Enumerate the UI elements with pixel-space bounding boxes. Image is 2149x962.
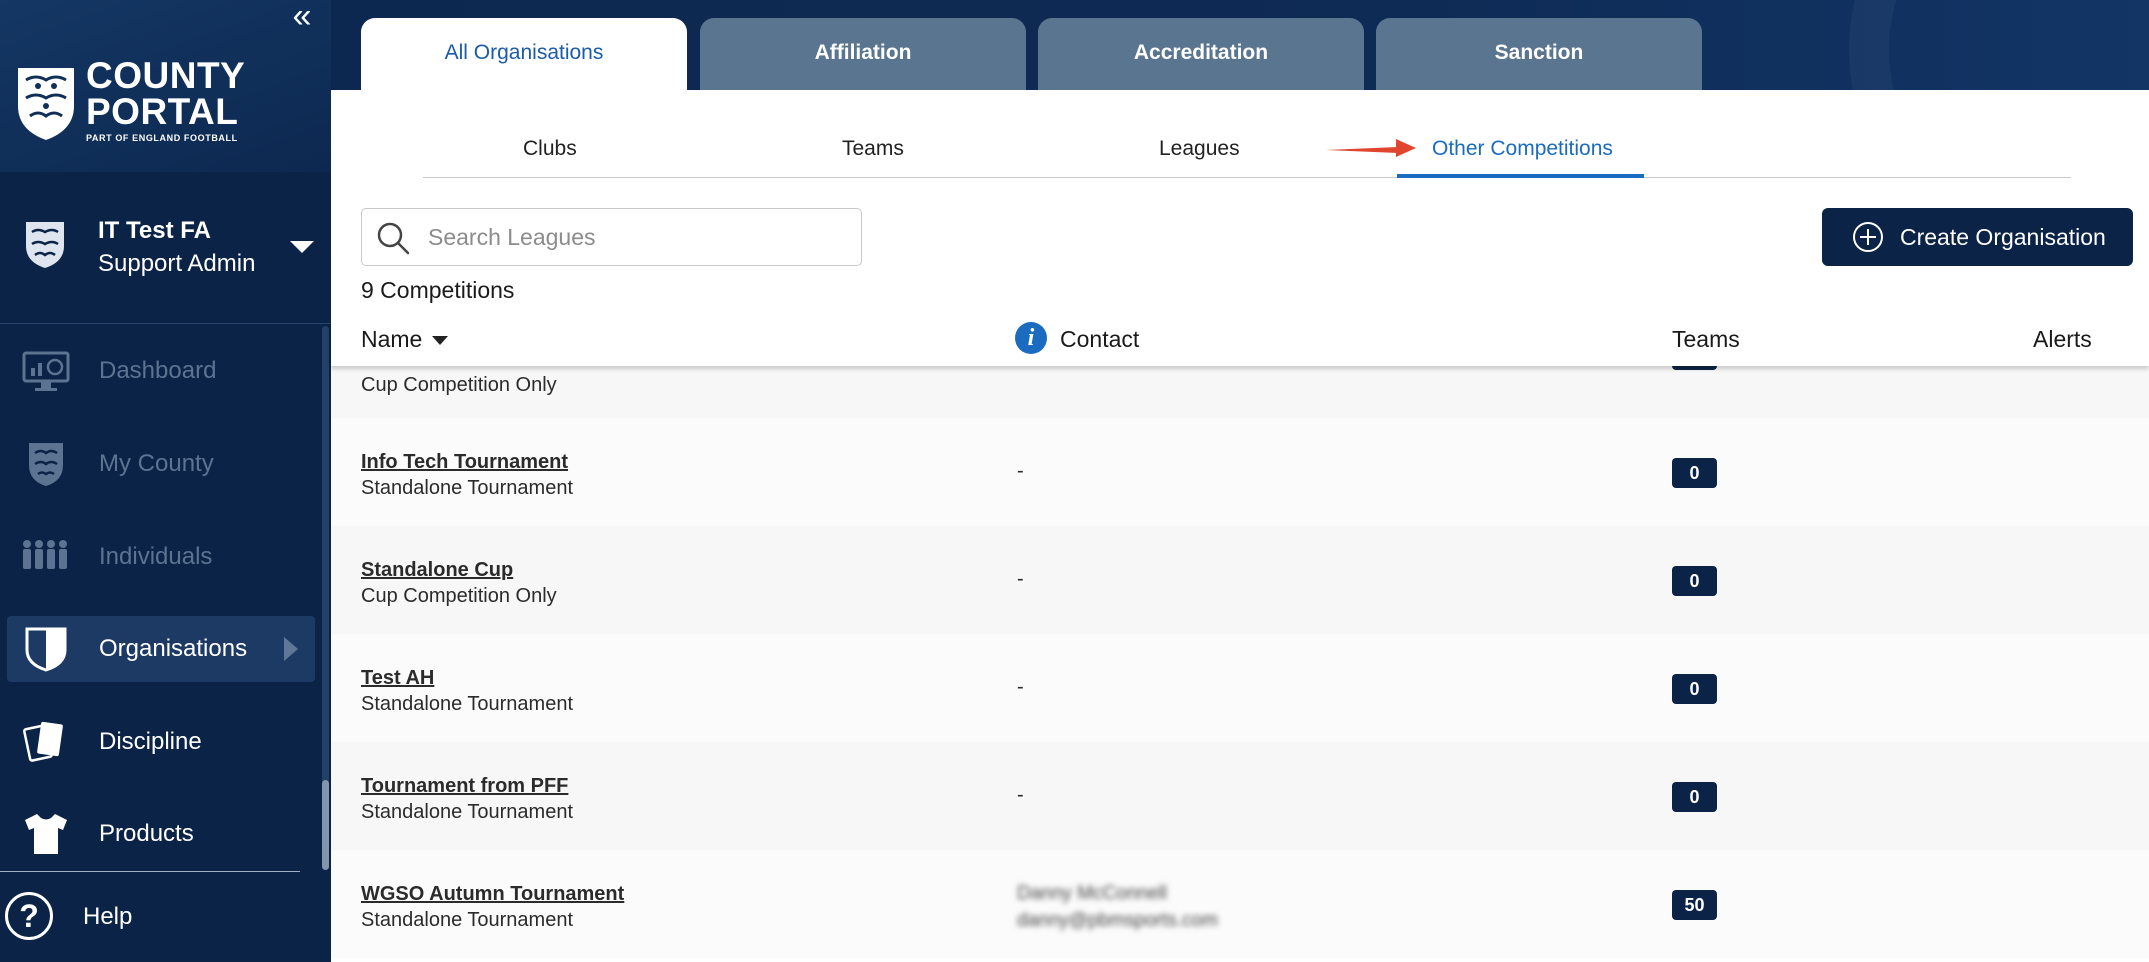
sidebar-item-label: Dashboard <box>99 357 217 384</box>
caret-right-icon <box>284 637 298 661</box>
competition-type: Cup Competition Only <box>361 374 557 396</box>
create-organisation-label: Create Organisation <box>1900 224 2106 250</box>
sidebar: « COUNTY PORTAL PART OF ENGLAND FOOTBALL… <box>0 0 331 962</box>
competition-name-link[interactable]: Info Tech Tournament <box>361 451 568 474</box>
logo-text: COUNTY PORTAL PART OF ENGLAND FOOTBALL <box>86 55 246 143</box>
logo-line-1: COUNTY <box>86 55 246 96</box>
tab-accreditation[interactable]: Accreditation <box>1038 18 1364 90</box>
shield-icon <box>25 627 67 672</box>
people-icon <box>23 540 67 569</box>
sort-down-icon[interactable] <box>432 336 449 346</box>
tab-all-organisations[interactable]: All Organisations <box>361 18 687 90</box>
column-header-name[interactable]: Name <box>361 326 449 353</box>
sidebar-item-label: Organisations <box>99 635 248 662</box>
help-label: Help <box>83 903 133 930</box>
teams-count-badge: 0 <box>1672 458 1717 488</box>
table-header: Name i Contact Teams Alerts <box>331 318 2149 366</box>
info-icon[interactable]: i <box>1015 322 1047 354</box>
double-chevron-left-icon[interactable]: « <box>286 0 318 33</box>
tab-affiliation[interactable]: Affiliation <box>700 18 1026 90</box>
caret-down-icon[interactable] <box>290 241 314 253</box>
user-role: Support Admin <box>98 250 256 277</box>
logo-subtitle: PART OF ENGLAND FOOTBALL <box>86 133 238 143</box>
table-row: Standalone Cup Cup Competition Only - 0 <box>331 526 2149 634</box>
sidebar-scrollbar-thumb[interactable] <box>322 780 329 870</box>
sidebar-item-products[interactable]: Products <box>7 801 315 867</box>
plus-circle-icon <box>1853 222 1883 252</box>
sidebar-item-my-county[interactable]: My County <box>7 431 315 497</box>
sidebar-item-dashboard[interactable]: Dashboard <box>7 338 315 404</box>
teams-count-badge: 50 <box>1672 890 1717 920</box>
crest-icon <box>29 443 63 486</box>
competition-type: Standalone Tournament <box>361 801 574 823</box>
competition-type: Standalone Tournament <box>361 693 574 715</box>
column-header-alerts: Alerts <box>2033 326 2092 352</box>
sidebar-item-individuals[interactable]: Individuals <box>7 524 315 590</box>
help-divider <box>0 871 300 872</box>
teams-count-badge: 0 <box>1672 566 1717 596</box>
sidebar-item-discipline[interactable]: Discipline <box>7 709 315 775</box>
search-field[interactable] <box>361 208 862 266</box>
competition-name-link[interactable]: Tournament from PFF <box>361 775 568 798</box>
competition-type: Cup Competition Only <box>361 585 557 607</box>
contact-value: - <box>1017 568 1024 590</box>
subtab-other-competitions[interactable]: Other Competitions <box>1432 137 1613 161</box>
contact-value: - <box>1017 460 1024 482</box>
cards-icon <box>23 721 63 762</box>
teams-count-badge: 0 <box>1672 674 1717 704</box>
help-button[interactable]: ? Help <box>5 890 305 946</box>
banner-decoration <box>1849 0 2149 90</box>
search-icon <box>377 222 410 255</box>
table-row: Cup Competition Only - 0 <box>331 366 2149 418</box>
active-subtab-indicator <box>1397 174 1644 178</box>
fa-crest-icon <box>26 222 64 268</box>
column-header-teams: Teams <box>1672 326 1740 352</box>
logo-line-2: PORTAL <box>86 91 239 132</box>
sidebar-item-organisations[interactable]: Organisations <box>7 616 315 682</box>
contact-value: - <box>1017 366 1024 369</box>
question-mark-icon: ? <box>5 892 53 940</box>
subtab-clubs[interactable]: Clubs <box>523 137 577 161</box>
competition-type: Standalone Tournament <box>361 909 574 931</box>
sidebar-item-label: My County <box>99 450 214 477</box>
competition-name-link[interactable]: Standalone Cup <box>361 559 513 582</box>
subtab-leagues[interactable]: Leagues <box>1159 137 1240 161</box>
subtab-divider <box>423 177 2071 178</box>
shirt-icon <box>25 814 67 854</box>
teams-count-badge: 0 <box>1672 366 1717 370</box>
contact-value: - <box>1017 784 1024 806</box>
search-input[interactable] <box>428 217 848 257</box>
dashboard-icon <box>22 351 70 391</box>
create-organisation-button[interactable]: Create Organisation <box>1822 208 2133 266</box>
sidebar-divider <box>0 323 331 324</box>
contact-email: danny@pbmsports.com <box>1017 910 1218 931</box>
table-row: Info Tech Tournament Standalone Tourname… <box>331 418 2149 526</box>
subtab-teams[interactable]: Teams <box>842 137 904 161</box>
table-row: Test AH Standalone Tournament - 0 <box>331 634 2149 742</box>
sidebar-item-label: Individuals <box>99 543 213 570</box>
teams-count-badge: 0 <box>1672 782 1717 812</box>
contact-name: Danny McConnell <box>1017 883 1167 904</box>
sidebar-item-label: Discipline <box>99 728 202 755</box>
column-header-name-label: Name <box>361 326 423 352</box>
tab-sanction[interactable]: Sanction <box>1376 18 1702 90</box>
county-portal-logo[interactable]: COUNTY PORTAL PART OF ENGLAND FOOTBALL <box>12 55 312 148</box>
results-count: 9 Competitions <box>361 277 515 303</box>
three-lions-crest-icon <box>18 68 74 140</box>
sidebar-item-label: Products <box>99 820 194 847</box>
user-org-name: IT Test FA <box>98 217 211 244</box>
table-row: Tournament from PFF Standalone Tournamen… <box>331 742 2149 850</box>
competition-type: Standalone Tournament <box>361 477 574 499</box>
contact-value: - <box>1017 676 1024 698</box>
competition-name-link[interactable]: WGSO Autumn Tournament <box>361 883 624 906</box>
user-switcher[interactable]: IT Test FA Support Admin <box>0 200 331 320</box>
competitions-table: Cup Competition Only - 0 Info Tech Tourn… <box>331 366 2149 962</box>
column-header-contact: Contact <box>1060 326 1140 352</box>
annotation-arrow-icon <box>1326 139 1416 157</box>
competition-name-link[interactable]: Test AH <box>361 667 434 690</box>
table-row: WGSO Autumn Tournament Standalone Tourna… <box>331 850 2149 958</box>
